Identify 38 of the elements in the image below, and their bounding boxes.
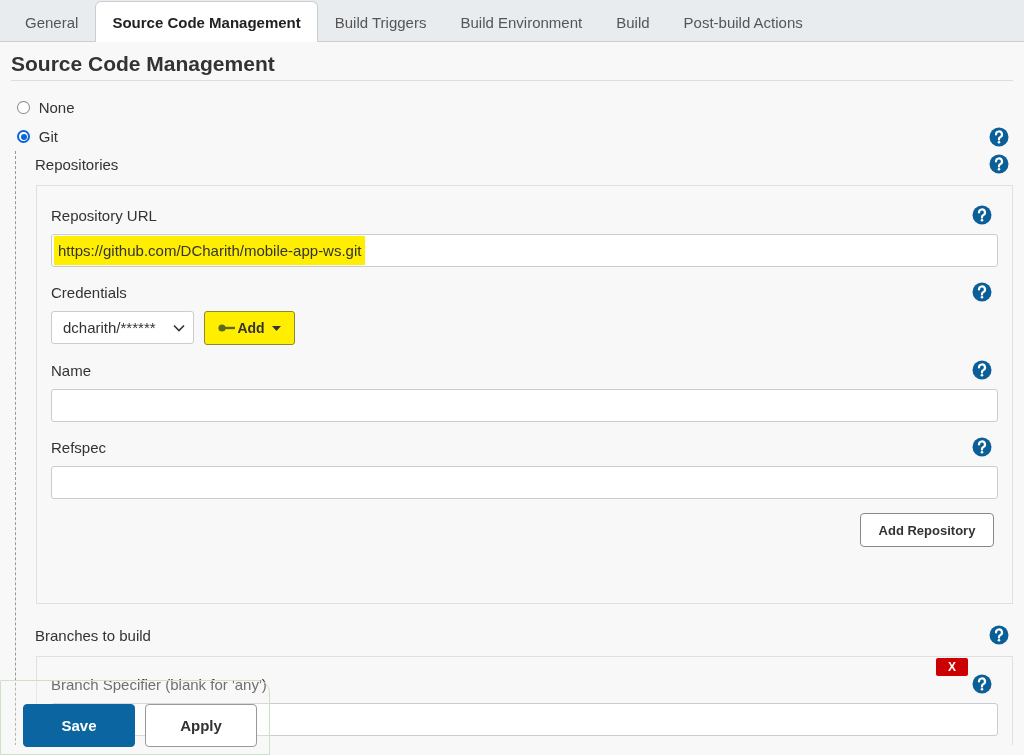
- tab[interactable]: Build: [599, 2, 667, 42]
- radio-button[interactable]: [17, 101, 30, 114]
- help-icon[interactable]: [989, 126, 1009, 147]
- help-icon[interactable]: [972, 674, 992, 694]
- tab[interactable]: Post-build Actions: [666, 2, 820, 42]
- field-label: Repository URL: [51, 206, 157, 224]
- radio-label: Git: [38, 128, 58, 145]
- add-button[interactable]: Add: [204, 311, 295, 345]
- field-label: Name: [51, 361, 91, 379]
- input-field[interactable]: [51, 389, 998, 422]
- field-label: Branch Specifier (blank for 'any'): [51, 675, 267, 693]
- help-icon[interactable]: [972, 437, 992, 457]
- section-label: Branches to build: [35, 626, 151, 644]
- chevron-down-icon: [173, 323, 185, 332]
- tab[interactable]: Source Code Management: [95, 1, 318, 42]
- radio-button[interactable]: [17, 130, 30, 143]
- section-title: Source Code Management: [11, 52, 1013, 81]
- key-icon: [218, 324, 237, 332]
- caret-icon: [271, 325, 281, 331]
- tab[interactable]: Build Triggers: [317, 2, 444, 42]
- tab[interactable]: General: [8, 2, 96, 42]
- help-icon[interactable]: [972, 205, 992, 225]
- input-field[interactable]: https://github.com/DCharith/mobile-app-ws.git: [51, 234, 998, 267]
- field-label: Refspec: [51, 438, 107, 456]
- radio-label: None: [38, 99, 75, 116]
- help-icon[interactable]: [989, 625, 1009, 645]
- input-field[interactable]: [51, 466, 998, 499]
- credentials-dropdown[interactable]: dcharith/******: [51, 311, 194, 344]
- help-icon[interactable]: [989, 154, 1009, 174]
- field-label: Credentials: [51, 283, 127, 301]
- tab[interactable]: Build Environment: [443, 2, 600, 42]
- delete-button[interactable]: X: [936, 658, 968, 676]
- section-label: Repositories: [35, 155, 119, 173]
- add-repository-button[interactable]: Add Repository: [860, 513, 994, 547]
- save-button[interactable]: Save: [23, 704, 135, 747]
- help-icon[interactable]: [972, 360, 992, 380]
- apply-button[interactable]: Apply: [145, 704, 257, 747]
- help-icon[interactable]: [972, 282, 992, 302]
